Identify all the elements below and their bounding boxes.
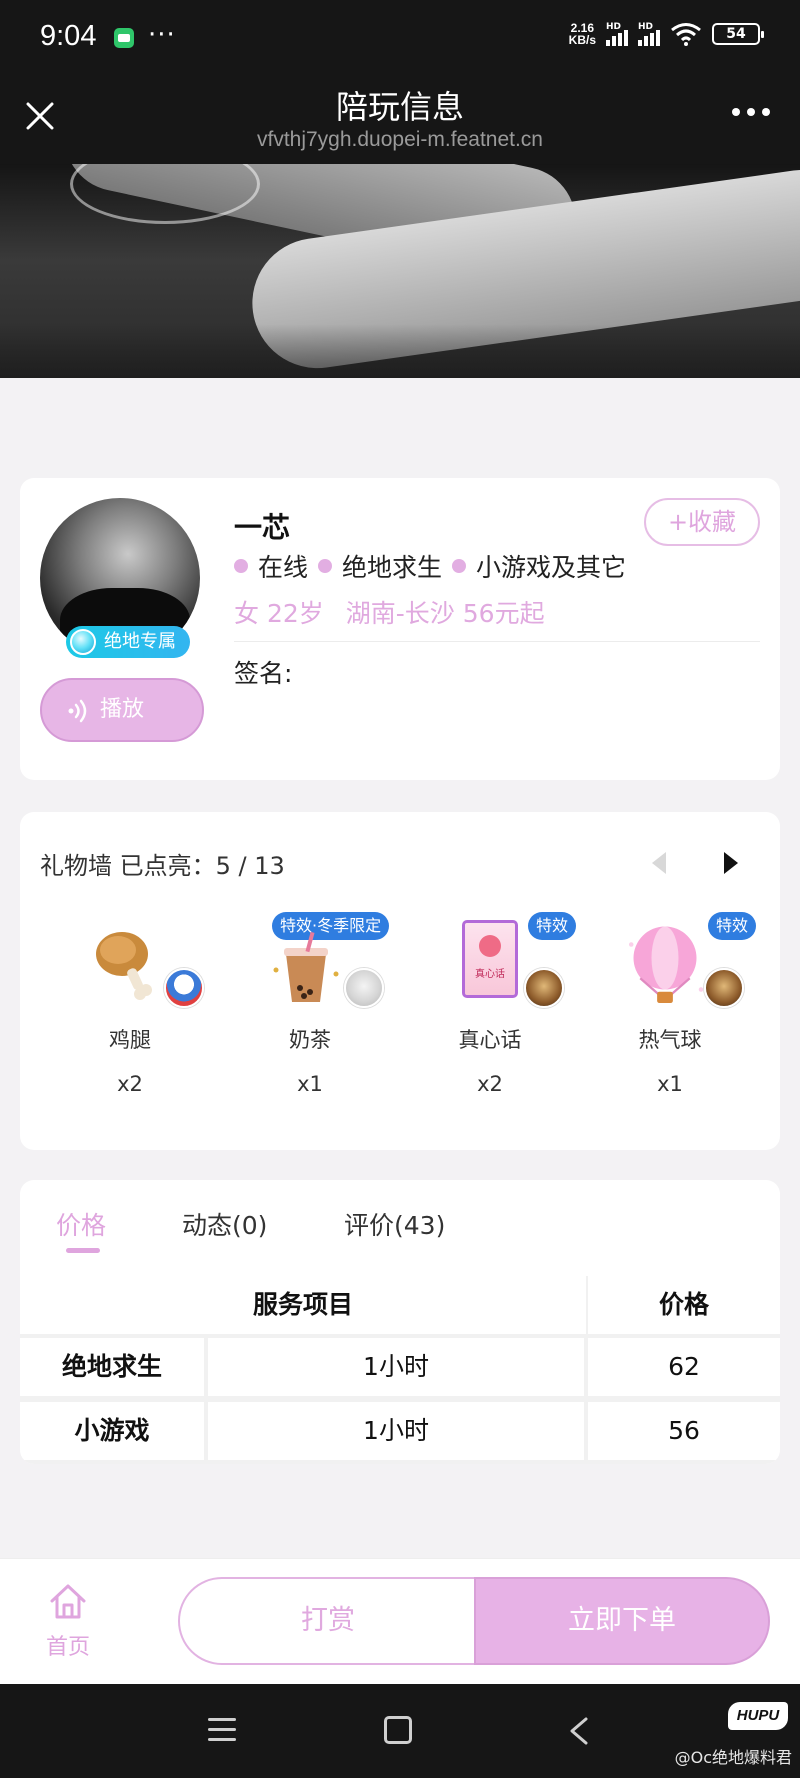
service-duration: 1小时 <box>208 1402 584 1460</box>
bottom-action-bar: 首页 打赏 立即下单 <box>0 1558 800 1684</box>
play-voice-button[interactable]: 播放 <box>40 678 204 742</box>
hot-air-balloon-icon <box>629 926 704 1003</box>
heart-icon <box>479 935 501 957</box>
gift-badge: 特效 <box>708 912 757 940</box>
signal-hd-label-2: HD <box>638 22 654 32</box>
service-price: 56 <box>588 1402 780 1460</box>
gift-name: 奶茶 <box>289 1028 331 1052</box>
gift-item[interactable]: 特效·冬季限定 奶茶 x1 <box>220 912 400 1112</box>
location: 湖南-长沙 <box>345 599 455 628</box>
age: 22岁 <box>266 599 324 628</box>
truth-card-icon: 真心话 <box>462 920 518 998</box>
signature: 签名: <box>234 659 293 688</box>
header-price: 价格 <box>588 1276 780 1334</box>
header-service: 服务项目 <box>20 1276 586 1334</box>
table-header-row: 服务项目 价格 <box>20 1276 780 1336</box>
tip-button[interactable]: 打赏 <box>178 1577 476 1665</box>
signal-icon: HD <box>606 22 628 46</box>
menu-icon[interactable] <box>208 1718 236 1742</box>
exclusive-badge: 绝地专属 <box>66 626 190 658</box>
message-icon <box>114 28 134 48</box>
favorite-button[interactable]: +收藏 <box>644 498 760 546</box>
gift-name: 热气球 <box>638 1028 702 1052</box>
home-square-icon[interactable] <box>384 1716 412 1744</box>
gift-count: x1 <box>297 1072 323 1096</box>
network-speed: 2.16 KB/s <box>569 22 596 46</box>
gift-giver-avatar <box>164 968 204 1008</box>
gift-wall-title: 礼物墙 已点亮：5 / 13 <box>40 852 285 880</box>
next-arrow-icon[interactable] <box>724 852 738 874</box>
tab-reviews[interactable]: 评价(43) <box>344 1206 445 1242</box>
gift-name: 鸡腿 <box>109 1028 151 1052</box>
gift-wall-card: 礼物墙 已点亮：5 / 13 鸡腿 x2 特效·冬季限定 奶茶 x1 特效 真心… <box>20 812 780 1150</box>
drumstick-icon <box>96 932 152 1000</box>
hupu-logo: HUPU <box>728 1702 788 1730</box>
gift-count: x1 <box>657 1072 683 1096</box>
page-title: 陪玩信息 <box>335 88 464 126</box>
service-name: 小游戏 <box>20 1402 204 1460</box>
nickname: 一芯 <box>234 511 291 544</box>
more-notifications-icon: ··· <box>148 20 176 50</box>
tab-price[interactable]: 价格 <box>56 1206 106 1242</box>
profile-card: 绝地专属 播放 一芯 +收藏 在线 绝地求生 小游戏及其它 女 22岁 湖南-长… <box>20 478 780 780</box>
prev-arrow-icon[interactable] <box>652 852 666 874</box>
tags-row: 在线 绝地求生 小游戏及其它 <box>234 548 636 584</box>
gift-giver-avatar <box>524 968 564 1008</box>
signal-hd-label: HD <box>606 22 622 32</box>
gift-item[interactable]: 特效 热气球 x1 <box>580 912 760 1112</box>
divider <box>234 641 760 642</box>
tag-game: 绝地求生 <box>318 548 442 584</box>
sound-wave-icon <box>68 699 87 723</box>
tag-other: 小游戏及其它 <box>452 548 626 584</box>
tab-active-indicator <box>66 1248 100 1253</box>
exclusive-badge-label: 绝地专属 <box>104 631 176 652</box>
price-card: 价格 动态(0) 评价(43) 服务项目 价格 绝地求生 1小时 62 小游戏 … <box>20 1180 780 1464</box>
service-name: 绝地求生 <box>20 1338 204 1396</box>
price-from: 56元起 <box>462 599 545 628</box>
play-label: 播放 <box>100 697 145 722</box>
order-now-button[interactable]: 立即下单 <box>474 1577 770 1665</box>
home-icon <box>50 1584 86 1619</box>
home-label: 首页 <box>45 1635 90 1660</box>
home-tab[interactable]: 首页 <box>36 1581 96 1661</box>
table-row[interactable]: 绝地求生 1小时 62 <box>20 1338 780 1398</box>
tag-online: 在线 <box>234 548 308 584</box>
gift-count: x2 <box>477 1072 503 1096</box>
watermark-text: @Oc绝地爆料君 <box>674 1748 792 1767</box>
back-icon[interactable] <box>566 1716 592 1746</box>
status-time: 9:04 <box>40 20 97 52</box>
truth-card-text: 真心话 <box>475 969 505 980</box>
gift-item[interactable]: 特效 真心话 真心话 x2 <box>400 912 580 1112</box>
profile-meta: 女 22岁 湖南-长沙 56元起 <box>234 594 545 630</box>
wifi-icon <box>671 23 701 46</box>
gift-badge: 特效 <box>528 912 577 940</box>
status-indicators: 2.16 KB/s HD HD 54 <box>569 22 764 46</box>
status-bar: 9:04 ··· 2.16 KB/s HD HD 54 <box>0 0 800 76</box>
gift-giver-avatar <box>704 968 744 1008</box>
profile-banner-image <box>0 164 800 378</box>
service-duration: 1小时 <box>208 1338 584 1396</box>
table-row[interactable]: 小游戏 1小时 56 <box>20 1402 780 1462</box>
nav-bar: 陪玩信息 vfvthj7ygh.duopei-m.featnet.cn <box>0 76 800 164</box>
gift-item[interactable]: 鸡腿 x2 <box>40 912 220 1112</box>
gift-count: x2 <box>117 1072 143 1096</box>
signal-icon-2: HD <box>638 22 660 46</box>
page-url: vfvthj7ygh.duopei-m.featnet.cn <box>256 128 543 151</box>
service-price: 62 <box>588 1338 780 1396</box>
gift-name: 真心话 <box>458 1028 522 1052</box>
milk-tea-icon <box>273 931 339 1002</box>
gender: 女 <box>234 599 260 628</box>
more-icon[interactable] <box>732 108 770 116</box>
battery-icon: 54 <box>712 23 764 45</box>
system-nav-bar: HUPU @Oc绝地爆料君 <box>0 1684 800 1778</box>
gift-giver-avatar <box>344 968 384 1008</box>
tab-posts[interactable]: 动态(0) <box>182 1206 267 1242</box>
network-speed-unit: KB/s <box>568 33 596 47</box>
diamond-icon <box>70 629 96 655</box>
